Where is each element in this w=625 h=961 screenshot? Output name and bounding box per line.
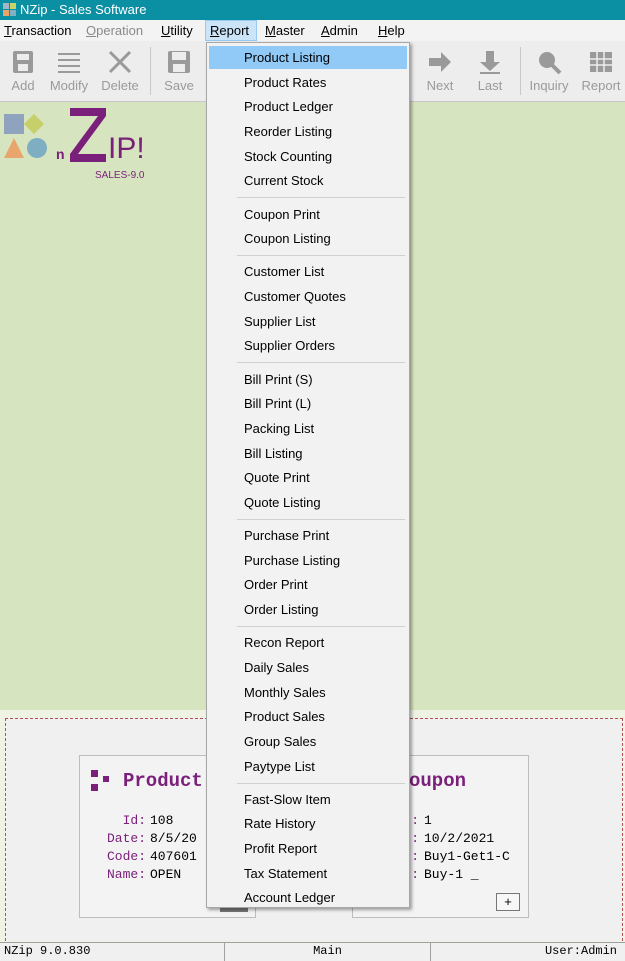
coupon-panel-title: oupon	[409, 770, 467, 792]
menu-operation[interactable]: Operation	[82, 20, 147, 41]
menu-item-quote-listing[interactable]: Quote Listing	[209, 491, 407, 514]
last-button[interactable]: Last	[467, 43, 513, 99]
modify-icon	[58, 53, 80, 73]
arrow-right-icon	[429, 52, 451, 72]
product-name-value: OPEN	[150, 867, 182, 882]
menu-item-reorder-listing[interactable]: Reorder Listing	[209, 120, 407, 143]
logo-letter-n: n	[56, 146, 65, 162]
menu-item-profit-report[interactable]: Profit Report	[209, 837, 407, 860]
menu-separator	[237, 255, 405, 257]
product-date-value: 8/5/20	[150, 831, 197, 846]
menu-item-customer-list[interactable]: Customer List	[209, 260, 407, 283]
coupon-id-value: 1	[424, 813, 432, 828]
menu-item-current-stock[interactable]: Current Stock	[209, 169, 407, 192]
menu-item-purchase-listing[interactable]: Purchase Listing	[209, 549, 407, 572]
menu-item-account-ledger[interactable]: Account Ledger	[209, 886, 407, 909]
title-bar: NZip - Sales Software	[0, 0, 625, 20]
menu-item-product-rates[interactable]: Product Rates	[209, 71, 407, 94]
status-version: NZip 9.0.830	[0, 943, 225, 961]
menu-utility[interactable]: Utility	[157, 20, 197, 41]
menu-item-product-sales[interactable]: Product Sales	[209, 705, 407, 728]
menu-item-supplier-orders[interactable]: Supplier Orders	[209, 334, 407, 357]
modify-button[interactable]: Modify	[46, 43, 92, 99]
menu-separator	[237, 362, 405, 364]
next-button[interactable]: Next	[417, 43, 463, 99]
product-code-value: 407601	[150, 849, 197, 864]
menu-item-purchase-print[interactable]: Purchase Print	[209, 524, 407, 547]
menu-item-tax-statement[interactable]: Tax Statement	[209, 862, 407, 885]
delete-icon	[108, 50, 132, 74]
menu-item-recon-report[interactable]: Recon Report	[209, 631, 407, 654]
menu-item-stock-counting[interactable]: Stock Counting	[209, 145, 407, 168]
delete-button[interactable]: Delete	[97, 43, 143, 99]
coupon-name-value: Buy-1 _	[424, 867, 479, 882]
menu-report[interactable]: Report	[205, 20, 257, 41]
menu-master[interactable]: Master	[261, 20, 309, 41]
product-id-value: 108	[150, 813, 174, 828]
menu-item-rate-history[interactable]: Rate History	[209, 812, 407, 835]
window-title: NZip - Sales Software	[20, 2, 147, 17]
product-panel-title: Product	[123, 770, 203, 792]
toolbar-separator	[520, 47, 521, 95]
menu-item-product-ledger[interactable]: Product Ledger	[209, 95, 407, 118]
menu-item-monthly-sales[interactable]: Monthly Sales	[209, 681, 407, 704]
add-button[interactable]: Add	[0, 43, 46, 99]
logo-version: SALES-9.0	[95, 170, 145, 181]
app-logo: n IP! SALES-9.0	[2, 106, 162, 186]
grid-dots-icon	[91, 770, 109, 791]
coupon-date-value: 10/2/2021	[424, 831, 495, 846]
coupon-add-button[interactable]: +	[496, 893, 520, 911]
menu-item-order-listing[interactable]: Order Listing	[209, 598, 407, 621]
status-bar: NZip 9.0.830 Main User:Admin	[0, 942, 625, 961]
app-icon	[3, 3, 16, 16]
menu-separator	[237, 197, 405, 199]
menu-item-paytype-list[interactable]: Paytype List	[209, 755, 407, 778]
menu-item-bill-print-l[interactable]: Bill Print (L)	[209, 392, 407, 415]
menu-item-packing-list[interactable]: Packing List	[209, 417, 407, 440]
save-button[interactable]: Save	[156, 43, 202, 99]
menu-separator	[237, 626, 405, 627]
menu-transaction[interactable]: Transaction	[0, 20, 75, 41]
menu-item-coupon-listing[interactable]: Coupon Listing	[209, 227, 407, 250]
menu-separator	[237, 518, 405, 520]
coupon-code-value: Buy1-Get1-C	[424, 849, 510, 864]
menu-item-product-listing[interactable]: Product Listing	[209, 46, 407, 69]
magnifier-icon	[539, 52, 562, 75]
report-dropdown-menu: Product Listing Product Rates Product Ledg…	[206, 42, 410, 908]
inquiry-button[interactable]: Inquiry	[526, 43, 572, 99]
menu-help[interactable]: Help	[374, 20, 409, 41]
menu-item-daily-sales[interactable]: Daily Sales	[209, 656, 407, 679]
menu-item-customer-quotes[interactable]: Customer Quotes	[209, 285, 407, 308]
menu-item-fast-slow-item[interactable]: Fast-Slow Item	[209, 788, 407, 811]
report-button[interactable]: Report	[578, 43, 624, 99]
menu-bar: Transaction Operation Utility Report Mas…	[0, 20, 625, 41]
menu-item-order-print[interactable]: Order Print	[209, 573, 407, 596]
menu-item-quote-print[interactable]: Quote Print	[209, 466, 407, 489]
menu-item-bill-listing[interactable]: Bill Listing	[209, 442, 407, 465]
menu-item-coupon-print[interactable]: Coupon Print	[209, 203, 407, 226]
menu-separator	[237, 782, 405, 784]
toolbar-separator	[150, 47, 151, 95]
status-user: User:Admin	[544, 944, 617, 958]
menu-item-bill-print-s[interactable]: Bill Print (S)	[209, 368, 407, 391]
menu-admin[interactable]: Admin	[317, 20, 362, 41]
arrow-down-icon	[480, 51, 500, 74]
menu-item-group-sales[interactable]: Group Sales	[209, 730, 407, 753]
status-mode: Main	[225, 943, 431, 961]
add-icon	[13, 51, 33, 73]
table-icon	[590, 52, 612, 72]
menu-item-supplier-list[interactable]: Supplier List	[209, 310, 407, 333]
save-icon	[168, 51, 190, 73]
logo-letters-ip: IP!	[108, 132, 145, 165]
